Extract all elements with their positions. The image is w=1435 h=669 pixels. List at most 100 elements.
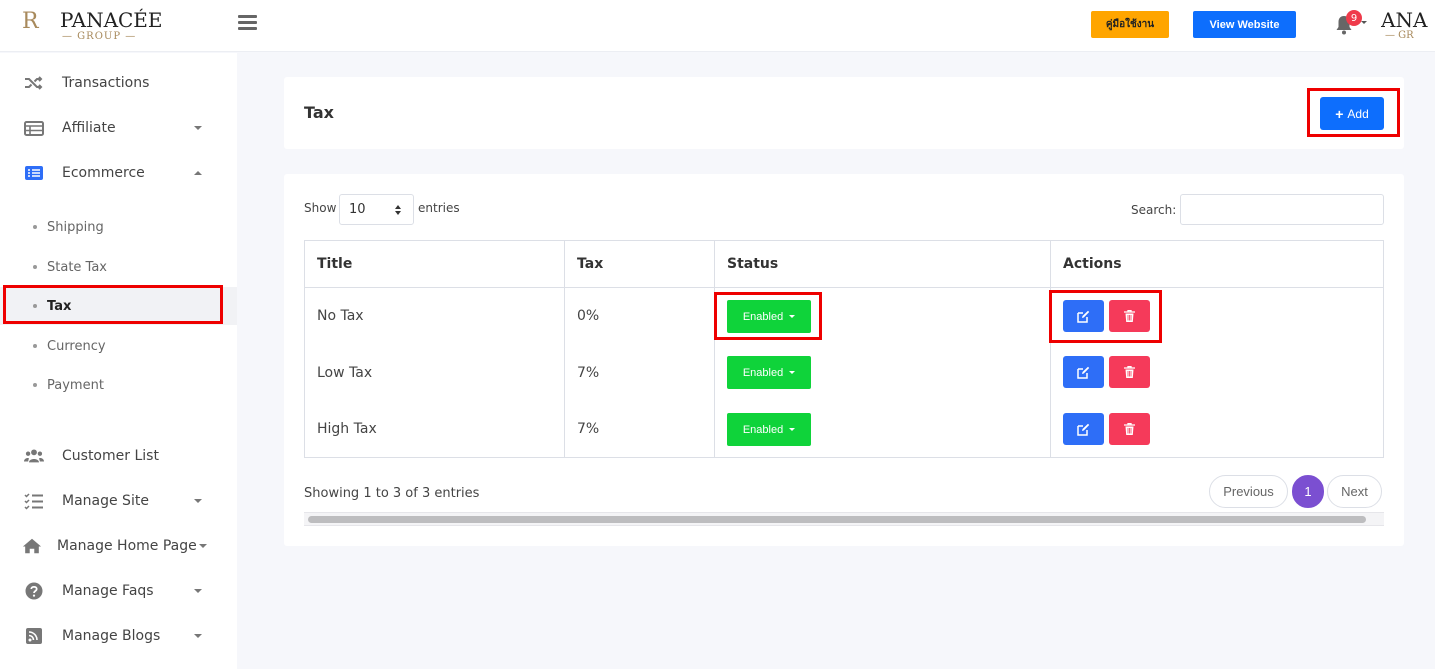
status-dropdown-button[interactable]: Enabled [727, 300, 811, 333]
sidebar: Transactions Affiliate Ecommerce Shippin… [0, 53, 237, 669]
chevron-down-icon[interactable] [1361, 21, 1367, 24]
sidebar-item-label: Manage Faqs [62, 583, 154, 599]
sidebar-item-customer-list[interactable]: Customer List [0, 436, 237, 476]
bullet-icon [33, 383, 37, 387]
column-divider [564, 241, 565, 457]
delete-button[interactable] [1109, 356, 1150, 388]
sidebar-item-label: Customer List [62, 448, 159, 464]
sidebar-subitem-label: Currency [47, 338, 106, 354]
caret-down-icon [789, 371, 796, 374]
chevron-down-icon [194, 589, 202, 593]
bullet-icon [33, 304, 37, 308]
column-divider [1050, 241, 1051, 457]
sidebar-subitem-shipping[interactable]: Shipping [0, 208, 237, 246]
table-header-row [305, 241, 1383, 288]
entries-select[interactable]: 10 [339, 194, 414, 225]
table-icon [24, 121, 44, 136]
edit-button[interactable] [1063, 356, 1104, 388]
sidebar-item-ecommerce[interactable]: Ecommerce [0, 153, 237, 193]
menu-toggle-icon[interactable] [238, 14, 257, 31]
cell-tax: 7% [577, 421, 600, 437]
sidebar-subitem-label: Payment [47, 377, 104, 393]
edit-icon [1077, 366, 1090, 379]
entries-select-value: 10 [349, 202, 366, 217]
question-icon [25, 582, 43, 600]
chevron-down-icon [194, 126, 202, 130]
edit-button[interactable] [1063, 300, 1104, 332]
brand-right-word: ANA [1381, 8, 1428, 32]
column-header-actions[interactable]: Actions [1063, 256, 1122, 272]
status-label: Enabled [742, 423, 784, 436]
sidebar-item-manage-home-page[interactable]: Manage Home Page [0, 526, 237, 566]
chevron-down-icon [199, 544, 207, 548]
sidebar-subitem-payment[interactable]: Payment [0, 366, 237, 404]
top-header: R PANACÉE — GROUP — คู่มือใช้งาน View We… [0, 0, 1435, 52]
chevron-down-icon [194, 634, 202, 638]
table-info: Showing 1 to 3 of 3 entries [304, 486, 480, 501]
trash-icon [1124, 366, 1135, 378]
sidebar-item-label: Ecommerce [62, 165, 145, 181]
delete-button[interactable] [1109, 413, 1150, 445]
sidebar-subitem-currency[interactable]: Currency [0, 327, 237, 365]
sidebar-item-label: Manage Blogs [62, 628, 161, 644]
column-header-status[interactable]: Status [727, 256, 778, 272]
page-header-card [284, 77, 1404, 149]
edit-icon [1077, 310, 1090, 323]
delete-button[interactable] [1109, 300, 1150, 332]
scrollbar-thumb[interactable] [308, 516, 1366, 523]
column-header-title[interactable]: Title [317, 256, 352, 272]
page-title: Tax [304, 103, 334, 122]
sidebar-subitem-label: State Tax [47, 259, 107, 275]
list-icon [25, 166, 43, 180]
sidebar-item-affiliate[interactable]: Affiliate [0, 108, 237, 148]
sidebar-item-label: Affiliate [62, 120, 116, 136]
sidebar-item-label: Manage Site [62, 493, 149, 509]
add-button-label: Add [1347, 106, 1369, 121]
tax-table: Title Tax Status Actions No Tax 0% Enabl… [304, 240, 1384, 458]
status-dropdown-button[interactable]: Enabled [727, 413, 811, 446]
sidebar-subitem-tax[interactable]: Tax [0, 287, 237, 325]
status-dropdown-button[interactable]: Enabled [727, 356, 811, 389]
pagination-next[interactable]: Next [1327, 475, 1382, 508]
cell-title: No Tax [317, 308, 364, 324]
logo-wordmark: PANACÉE [60, 8, 163, 32]
sidebar-subitem-state-tax[interactable]: State Tax [0, 248, 237, 286]
cell-tax: 0% [577, 308, 600, 324]
user-guide-button[interactable]: คู่มือใช้งาน [1091, 11, 1169, 38]
sidebar-item-manage-blogs[interactable]: Manage Blogs [0, 616, 237, 656]
rss-icon [26, 628, 42, 644]
checklist-icon [24, 493, 43, 510]
entries-label: entries [418, 201, 460, 215]
trash-icon [1124, 310, 1135, 322]
sidebar-subitem-label: Shipping [47, 219, 104, 235]
search-label: Search: [1131, 203, 1177, 217]
show-label: Show [304, 201, 337, 215]
notification-badge: 9 [1346, 10, 1362, 26]
logo-subtitle: — GROUP — [62, 31, 137, 42]
add-tax-button[interactable]: + Add [1320, 97, 1384, 130]
chevron-up-icon [194, 171, 202, 175]
sidebar-subitem-label: Tax [47, 298, 72, 314]
column-divider [714, 241, 715, 457]
edit-button[interactable] [1063, 413, 1104, 445]
horizontal-scrollbar[interactable] [304, 512, 1384, 526]
bullet-icon [33, 265, 37, 269]
search-input[interactable] [1180, 194, 1384, 225]
cell-title: Low Tax [317, 365, 373, 381]
bullet-icon [33, 225, 37, 229]
pagination-previous[interactable]: Previous [1209, 475, 1288, 508]
cell-title: High Tax [317, 421, 377, 437]
brand-logo[interactable]: R PANACÉE — GROUP — [22, 7, 163, 43]
sidebar-item-transactions[interactable]: Transactions [0, 63, 237, 103]
caret-down-icon [789, 315, 796, 318]
view-website-button[interactable]: View Website [1193, 11, 1296, 38]
user-brand-menu[interactable]: ANA — GR [1381, 8, 1435, 44]
sort-updown-icon [395, 205, 401, 215]
edit-icon [1077, 423, 1090, 436]
status-label: Enabled [742, 310, 784, 323]
logo-monogram: R [22, 9, 38, 34]
pagination-page-1[interactable]: 1 [1292, 475, 1324, 508]
sidebar-item-manage-faqs[interactable]: Manage Faqs [0, 571, 237, 611]
column-header-tax[interactable]: Tax [577, 256, 603, 272]
sidebar-item-manage-site[interactable]: Manage Site [0, 481, 237, 521]
